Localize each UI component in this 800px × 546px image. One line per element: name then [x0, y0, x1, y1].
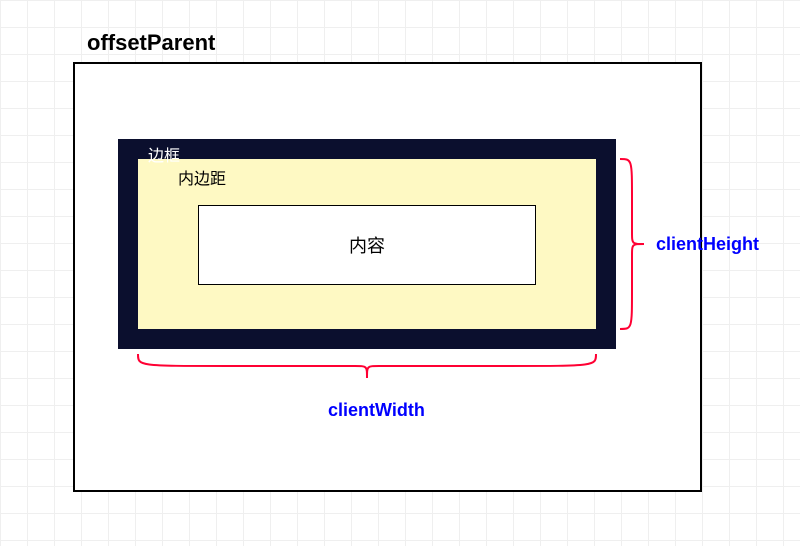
content-box: 内容 [198, 205, 536, 285]
client-height-label: clientHeight [656, 234, 759, 255]
client-width-label: clientWidth [328, 400, 425, 421]
border-label: 边框 [148, 142, 180, 166]
offset-parent-label: offsetParent [87, 30, 215, 56]
padding-label: 内边距 [178, 165, 226, 189]
content-label: 内容 [349, 232, 385, 258]
